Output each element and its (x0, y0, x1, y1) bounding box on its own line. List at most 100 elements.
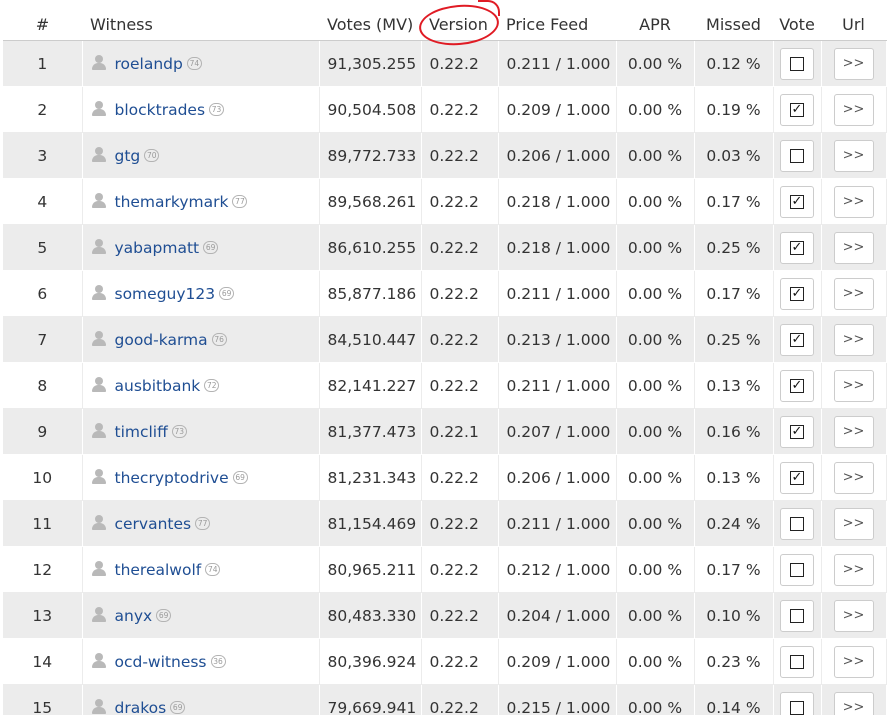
witness-name-link[interactable]: roelandp (115, 55, 183, 73)
witness-name-link[interactable]: ocd-witness (115, 653, 207, 671)
vote-checkbox-checked[interactable]: ✓ (790, 424, 804, 439)
vote-button[interactable]: ✓ (780, 415, 814, 448)
witness-name-link[interactable]: themarkymark (115, 193, 229, 211)
table-row: 10 thecryptodrive 69 81,231.343 0.22.2 0.206 … (3, 454, 887, 501)
witness-name-link[interactable]: blocktrades (115, 101, 206, 119)
version-cell: 0.22.2 (421, 178, 499, 225)
user-icon-body (91, 62, 106, 70)
url-button[interactable]: >> (833, 461, 874, 494)
missed-cell: 0.25 % (694, 316, 774, 363)
version-cell: 0.22.2 (421, 546, 499, 593)
table-row: 11 cervantes 77 81,154.469 0.22.2 0.211 / 1.0… (3, 500, 887, 547)
url-button[interactable]: >> (833, 599, 874, 632)
vote-checkbox-checked[interactable]: ✓ (790, 470, 804, 485)
witness-name-link[interactable]: drakos (115, 699, 167, 715)
price-feed-header[interactable]: Price Feed (498, 8, 616, 41)
votes-cell: 89,568.261 (319, 178, 422, 225)
witness-name-link[interactable]: ausbitbank (115, 377, 201, 395)
url-button[interactable]: >> (833, 277, 874, 310)
vote-button[interactable]: ✓ (780, 93, 814, 126)
rank-cell: 11 (3, 500, 83, 547)
url-cell: >> (821, 546, 887, 593)
vote-checkbox-checked[interactable]: ✓ (790, 378, 804, 393)
url-button[interactable]: >> (833, 645, 874, 678)
apr-cell: 0.00 % (616, 454, 695, 501)
user-icon (91, 330, 107, 346)
url-button[interactable]: >> (833, 231, 874, 264)
vote-button[interactable]: ✓ (780, 461, 814, 494)
vote-checkbox-checked[interactable]: ✓ (790, 194, 804, 209)
vote-button[interactable] (780, 139, 814, 172)
user-icon-body (91, 292, 106, 300)
vote-checkbox[interactable] (790, 56, 804, 71)
vote-button[interactable] (780, 47, 814, 80)
url-button[interactable]: >> (833, 93, 874, 126)
url-button[interactable]: >> (833, 47, 874, 80)
table-row: 6 someguy123 69 85,877.186 0.22.2 0.211 / 1.0… (3, 270, 887, 317)
url-button[interactable]: >> (833, 323, 874, 356)
reputation-badge: 74 (205, 562, 221, 576)
user-icon (91, 652, 107, 668)
witness-cell: blocktrades 73 (82, 86, 320, 133)
apr-header[interactable]: APR (616, 8, 694, 41)
vote-checkbox-checked[interactable]: ✓ (790, 286, 804, 301)
missed-cell: 0.12 % (694, 40, 774, 87)
vote-button[interactable]: ✓ (780, 323, 814, 356)
witness-name-link[interactable]: good-karma (115, 331, 208, 349)
version-header[interactable]: Version (421, 8, 498, 41)
vote-checkbox[interactable] (790, 516, 804, 531)
apr-cell: 0.00 % (616, 500, 695, 547)
vote-checkbox[interactable] (790, 608, 804, 623)
witness-name-link[interactable]: thecryptodrive (115, 469, 229, 487)
url-button[interactable]: >> (833, 415, 874, 448)
url-button[interactable]: >> (833, 185, 874, 218)
apr-cell: 0.00 % (616, 86, 695, 133)
price-feed-cell: 0.207 / 1.000 (498, 408, 617, 455)
vote-button[interactable] (780, 507, 814, 540)
witness-cell: timcliff 73 (82, 408, 320, 455)
vote-button[interactable] (780, 553, 814, 586)
price-feed-cell: 0.212 / 1.000 (498, 546, 617, 593)
vote-checkbox[interactable] (790, 654, 804, 669)
url-button[interactable]: >> (833, 507, 874, 540)
vote-checkbox[interactable] (790, 562, 804, 577)
table-row: 15 drakos 69 79,669.941 0.22.2 0.215 / 1.000 0… (3, 684, 887, 715)
witness-name-link[interactable]: anyx (115, 607, 153, 625)
vote-button[interactable]: ✓ (780, 277, 814, 310)
vote-checkbox-checked[interactable]: ✓ (790, 332, 804, 347)
version-cell: 0.22.2 (421, 362, 499, 409)
apr-cell: 0.00 % (616, 40, 695, 87)
vote-checkbox[interactable] (790, 148, 804, 163)
user-icon-head (94, 100, 103, 109)
vote-button[interactable]: ✓ (780, 231, 814, 264)
witness-header[interactable]: Witness (82, 8, 319, 41)
witness-name-link[interactable]: cervantes (115, 515, 192, 533)
version-cell: 0.22.2 (421, 592, 499, 639)
rank-header[interactable]: # (3, 8, 82, 41)
witness-name-link[interactable]: someguy123 (115, 285, 216, 303)
vote-button[interactable] (780, 645, 814, 678)
witness-name-link[interactable]: timcliff (115, 423, 168, 441)
reputation-badge: 76 (211, 332, 227, 346)
votes-header[interactable]: Votes (MV) (319, 8, 421, 41)
url-button[interactable]: >> (833, 691, 874, 715)
vote-checkbox-checked[interactable]: ✓ (790, 240, 804, 255)
rank-cell: 13 (3, 592, 83, 639)
apr-cell: 0.00 % (616, 178, 695, 225)
vote-button[interactable]: ✓ (780, 185, 814, 218)
url-button[interactable]: >> (833, 553, 874, 586)
url-button[interactable]: >> (833, 139, 874, 172)
vote-checkbox[interactable] (790, 700, 804, 715)
reputation-badge: 70 (144, 148, 160, 162)
url-button[interactable]: >> (833, 369, 874, 402)
vote-checkbox-checked[interactable]: ✓ (790, 102, 804, 117)
vote-button[interactable]: ✓ (780, 369, 814, 402)
witness-name-link[interactable]: gtg (115, 147, 141, 165)
vote-button[interactable] (780, 691, 814, 715)
vote-button[interactable] (780, 599, 814, 632)
rank-cell: 3 (3, 132, 83, 179)
table-row: 9 timcliff 73 81,377.473 0.22.1 0.207 / 1.000… (3, 408, 887, 455)
witness-name-link[interactable]: yabapmatt (115, 239, 200, 257)
witness-name-link[interactable]: therealwolf (115, 561, 202, 579)
missed-header[interactable]: Missed (694, 8, 773, 41)
